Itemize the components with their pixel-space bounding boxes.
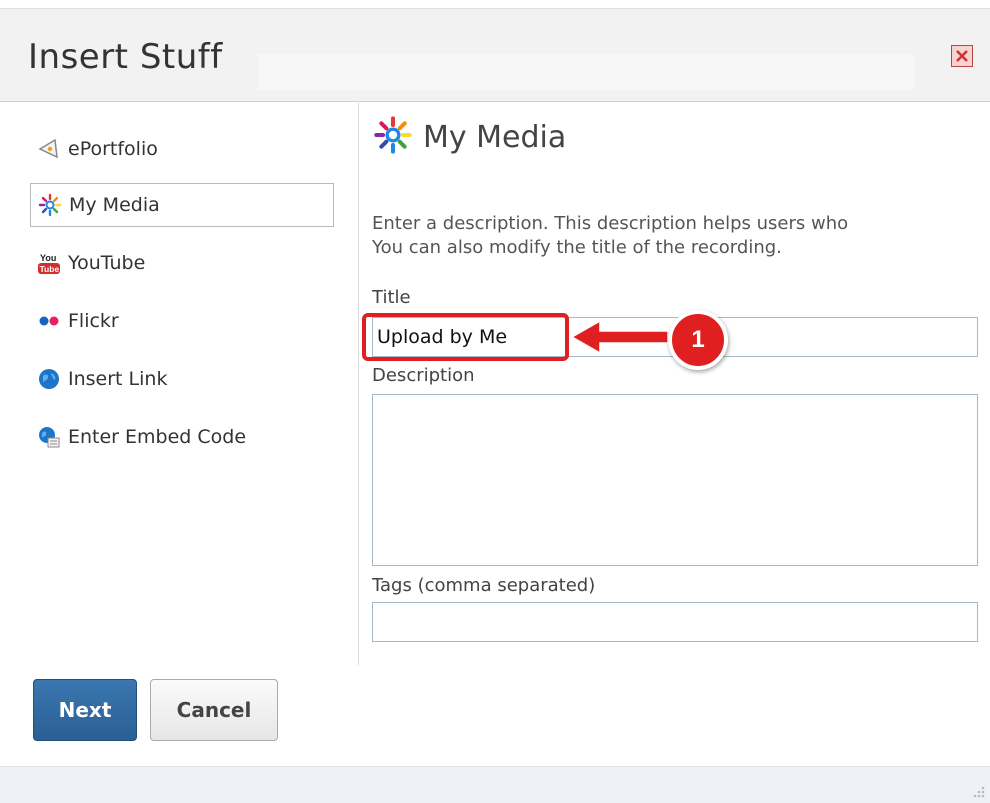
cancel-button[interactable]: Cancel xyxy=(150,679,278,741)
description-label: Description xyxy=(372,365,475,386)
sidebar: ePortfolio My Media You Tube YouTube Fli… xyxy=(0,101,359,665)
dialog-title: Insert Stuff xyxy=(28,37,223,77)
sidebar-item-eportfolio[interactable]: ePortfolio xyxy=(30,127,334,171)
dialog-titlebar: Insert Stuff xyxy=(0,8,990,102)
description-line-1: Enter a description. This description he… xyxy=(372,213,849,234)
description-line-2: You can also modify the title of the rec… xyxy=(372,237,782,258)
tags-input[interactable] xyxy=(372,602,978,642)
eportfolio-icon xyxy=(36,136,62,162)
annotation-arrow-icon xyxy=(570,319,669,355)
tags-label: Tags (comma separated) xyxy=(372,575,596,596)
main-content: My Media Enter a description. This descr… xyxy=(359,101,990,761)
sidebar-item-label: Flickr xyxy=(68,310,119,332)
description-textarea[interactable] xyxy=(372,394,978,566)
globe-icon xyxy=(36,366,62,392)
insert-stuff-dialog: Insert Stuff ePortfolio My Media You Tub… xyxy=(0,0,990,803)
sidebar-item-label: ePortfolio xyxy=(68,138,158,160)
dialog-footer xyxy=(0,766,990,803)
description-text: Enter a description. This description he… xyxy=(372,212,990,260)
annotation-step-badge: 1 xyxy=(668,310,728,370)
annotation-highlight-box xyxy=(362,313,569,361)
youtube-icon: You Tube xyxy=(36,250,62,276)
my-media-icon xyxy=(37,192,63,218)
close-button[interactable] xyxy=(951,45,973,67)
page-title: My Media xyxy=(423,119,567,155)
sidebar-item-label: YouTube xyxy=(68,252,146,274)
sidebar-item-enter-embed-code[interactable]: Enter Embed Code xyxy=(30,415,334,459)
svg-text:Tube: Tube xyxy=(40,264,60,274)
resize-grip-icon[interactable] xyxy=(970,783,986,799)
sidebar-item-youtube[interactable]: You Tube YouTube xyxy=(30,241,334,285)
titlebar-blank-area xyxy=(258,54,914,90)
flickr-icon xyxy=(36,308,62,334)
close-icon xyxy=(956,50,968,62)
sidebar-item-label: My Media xyxy=(69,194,160,216)
svg-text:You: You xyxy=(40,253,56,263)
embed-code-icon xyxy=(36,424,62,450)
sidebar-item-insert-link[interactable]: Insert Link xyxy=(30,357,334,401)
my-media-icon xyxy=(373,115,413,159)
sidebar-item-flickr[interactable]: Flickr xyxy=(30,299,334,343)
page-heading: My Media xyxy=(373,115,566,159)
sidebar-item-label: Enter Embed Code xyxy=(68,426,247,448)
sidebar-item-my-media[interactable]: My Media xyxy=(30,183,334,227)
sidebar-item-label: Insert Link xyxy=(68,368,168,390)
next-button[interactable]: Next xyxy=(33,679,137,741)
title-label: Title xyxy=(372,287,411,308)
